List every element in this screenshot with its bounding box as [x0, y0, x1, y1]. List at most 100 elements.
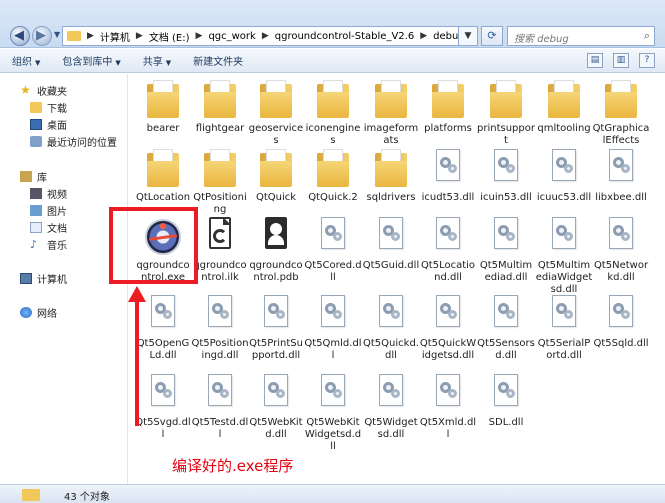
file-name: Qt5Testd.dll — [191, 417, 249, 440]
chevron-right-icon[interactable]: ▶ — [260, 31, 271, 41]
folder-icon — [373, 149, 409, 189]
breadcrumb-project[interactable]: qgroundcontrol-Stable_V2.6 — [271, 31, 418, 42]
back-button[interactable]: ◀ — [10, 26, 30, 46]
file-item[interactable]: Qt5Guid.dll — [362, 217, 420, 272]
folder-item[interactable]: printsupport — [477, 80, 535, 147]
help-icon[interactable]: ? — [639, 53, 655, 68]
nav-computer[interactable]: 计算机 — [0, 270, 67, 287]
file-item[interactable]: Qt5Xmld.dll — [419, 374, 477, 441]
search-input[interactable]: 搜索 debug ⌕ — [507, 26, 655, 46]
folder-item[interactable]: bearer — [134, 80, 192, 135]
dll-file-icon — [375, 217, 407, 257]
nav-pictures-label: 图片 — [47, 207, 67, 218]
file-name: libxbee.dll — [595, 192, 647, 203]
linker-file-icon — [204, 217, 236, 257]
file-item[interactable]: qgroundcontrol.pdb — [247, 217, 305, 284]
dll-file-icon — [147, 374, 179, 414]
folder-item[interactable]: platforms — [419, 80, 477, 135]
nav-network[interactable]: 网络 — [0, 304, 57, 321]
folder-icon — [202, 149, 238, 189]
folder-item[interactable]: QtLocation — [134, 149, 192, 204]
file-name: Qt5WebKitWidgetsd.dll — [304, 417, 362, 452]
network-group: 网络 — [0, 304, 57, 321]
item-count: 43 个对象 — [64, 492, 110, 503]
breadcrumb-qgc-work[interactable]: qgc_work — [204, 31, 259, 42]
folder-item[interactable]: QtGraphicalEffects — [592, 80, 650, 147]
include-library-menu[interactable]: 包含到库中 ▼ — [62, 53, 120, 68]
file-item[interactable]: Qt5WebKitWidgetsd.dll — [304, 374, 362, 453]
file-item[interactable]: icudt53.dll — [419, 149, 477, 204]
file-name: Qt5Xmld.dll — [419, 417, 477, 440]
folder-icon — [67, 31, 81, 41]
folder-item[interactable]: QtPositioning — [191, 149, 249, 216]
organize-menu[interactable]: 组织 ▼ — [12, 53, 40, 68]
chevron-right-icon[interactable]: ▶ — [418, 31, 429, 41]
nav-videos[interactable]: 视频 — [0, 185, 67, 202]
folder-icon — [603, 80, 639, 120]
file-item[interactable]: Qt5Networkd.dll — [592, 217, 650, 284]
folder-item[interactable]: imageformats — [362, 80, 420, 147]
back-arrow-icon: ◀ — [14, 28, 24, 43]
folder-item[interactable]: geoservices — [247, 80, 305, 147]
address-path[interactable]: ▶ 计算机 ▶ 文档 (E:) ▶ qgc_work ▶ qgroundcont… — [62, 26, 478, 46]
change-view-icon[interactable]: ▤ — [587, 53, 603, 68]
breadcrumb-drive[interactable]: 文档 (E:) — [145, 29, 194, 44]
folder-item[interactable]: qmltooling — [535, 80, 593, 135]
file-name: QtQuick.2 — [308, 192, 358, 203]
nav-favorites[interactable]: ★ 收藏夹 — [0, 82, 117, 99]
recent-pages-dropdown-icon[interactable]: ▼ — [54, 30, 60, 39]
nav-music-label: 音乐 — [47, 241, 67, 252]
chevron-right-icon[interactable]: ▶ — [85, 31, 96, 41]
nav-libraries[interactable]: 库 — [0, 168, 67, 185]
file-item[interactable]: Qt5WebKitd.dll — [247, 374, 305, 441]
chevron-right-icon[interactable]: ▶ — [194, 31, 205, 41]
folder-item[interactable]: QtQuick — [247, 149, 305, 204]
file-item[interactable]: Qt5Sqld.dll — [592, 295, 650, 350]
file-item[interactable]: libxbee.dll — [592, 149, 650, 204]
file-name: Qt5Locationd.dll — [420, 260, 476, 283]
file-item[interactable]: Qt5Cored.dll — [304, 217, 362, 284]
file-item[interactable]: Qt5Qmld.dll — [304, 295, 362, 362]
forward-arrow-icon: ▶ — [36, 28, 46, 43]
file-item[interactable]: icuuc53.dll — [535, 149, 593, 204]
file-item[interactable]: Qt5Testd.dll — [191, 374, 249, 441]
refresh-button[interactable]: ⟳ — [481, 26, 503, 46]
file-item[interactable]: icuin53.dll — [477, 149, 535, 204]
nav-downloads[interactable]: 下载 — [0, 99, 117, 116]
forward-button[interactable]: ▶ — [32, 26, 52, 46]
dll-file-icon — [605, 149, 637, 189]
nav-desktop[interactable]: 桌面 — [0, 116, 117, 133]
file-item[interactable]: Qt5Positioningd.dll — [191, 295, 249, 362]
nav-libraries-label: 库 — [37, 173, 47, 184]
file-item[interactable]: Qt5MultimediaWidgetsd.dll — [535, 217, 593, 296]
folder-item[interactable]: QtQuick.2 — [304, 149, 362, 204]
preview-pane-icon[interactable]: ▥ — [613, 53, 629, 68]
folder-icon — [488, 80, 524, 120]
nav-music[interactable]: ♪ 音乐 — [0, 236, 67, 253]
share-menu[interactable]: 共享 ▼ — [143, 53, 171, 68]
address-dropdown-button[interactable]: ▼ — [458, 26, 478, 46]
file-item[interactable]: SDL.dll — [477, 374, 535, 429]
file-item[interactable]: Qt5QuickWidgetsd.dll — [419, 295, 477, 362]
file-item[interactable]: Qt5Sensorsd.dll — [477, 295, 535, 362]
organize-label: 组织 — [12, 57, 32, 68]
file-item[interactable]: Qt5Quickd.dll — [362, 295, 420, 362]
file-item[interactable]: Qt5Locationd.dll — [419, 217, 477, 284]
breadcrumb-computer[interactable]: 计算机 — [96, 29, 134, 44]
file-item[interactable]: Qt5PrintSupportd.dll — [247, 295, 305, 362]
chevron-right-icon[interactable]: ▶ — [134, 31, 145, 41]
file-item[interactable]: Qt5Multimediad.dll — [477, 217, 535, 284]
file-name: QtLocation — [135, 192, 191, 203]
folder-item[interactable]: sqldrivers — [362, 149, 420, 204]
file-name: QtPositioning — [193, 192, 247, 215]
nav-pictures[interactable]: 图片 — [0, 202, 67, 219]
file-item[interactable]: Qt5Widgetsd.dll — [362, 374, 420, 441]
file-item[interactable]: Qt5SerialPortd.dll — [535, 295, 593, 362]
nav-recent-places[interactable]: 最近访问的位置 — [0, 133, 117, 150]
nav-downloads-label: 下载 — [47, 104, 67, 115]
folder-item[interactable]: flightgear — [191, 80, 249, 135]
file-item[interactable]: qgroundcontrol.ilk — [191, 217, 249, 284]
nav-documents[interactable]: 文档 — [0, 219, 67, 236]
new-folder-button[interactable]: 新建文件夹 — [193, 53, 243, 68]
folder-item[interactable]: iconengines — [304, 80, 362, 147]
